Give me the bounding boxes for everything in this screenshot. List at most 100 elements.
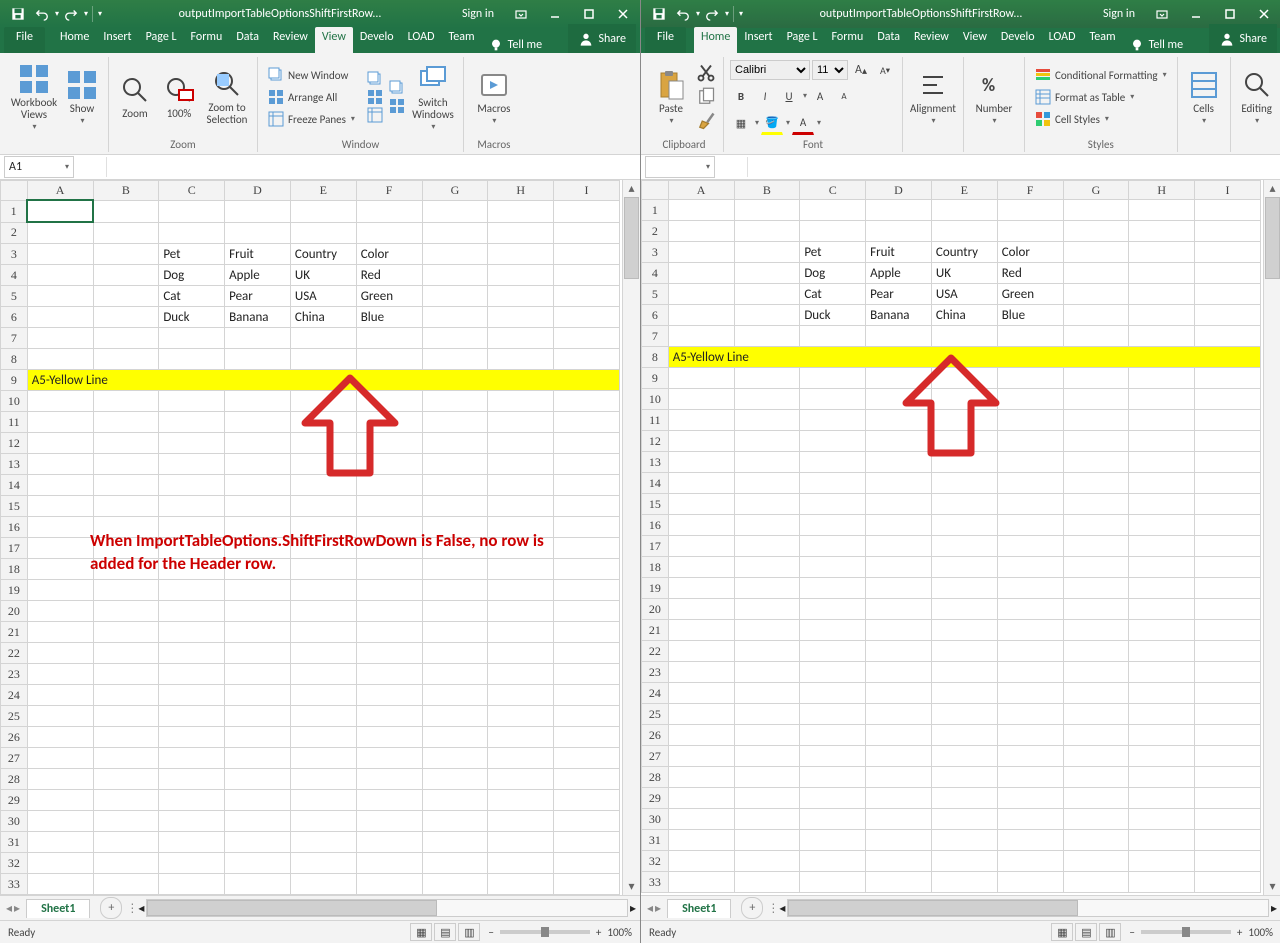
view-normal-button[interactable]: ▦ [1051,923,1073,941]
cell-A30[interactable] [668,809,734,830]
undo-button[interactable] [671,2,695,26]
cell-B20[interactable] [734,599,800,620]
cell-E29[interactable] [290,790,356,811]
tab-pagel[interactable]: Page L [139,27,184,53]
row-header-14[interactable]: 14 [642,473,669,494]
cell-C2[interactable] [800,221,866,242]
scroll-up-button[interactable]: ▴ [1264,180,1280,197]
cell-C26[interactable] [159,727,225,748]
col-header-H[interactable]: H [488,181,554,201]
cell-A20[interactable] [27,601,93,622]
cell-C7[interactable] [800,326,866,347]
cell-G3[interactable] [422,244,488,265]
row-header-19[interactable]: 19 [1,580,28,601]
cell-C33[interactable] [159,874,225,895]
cell-C22[interactable] [800,641,866,662]
cell-G5[interactable] [1063,284,1129,305]
decrease-font-button[interactable]: A▾ [874,59,896,81]
cell-C26[interactable] [800,725,866,746]
view-page-break-button[interactable]: ▥ [458,923,480,941]
cell-B1[interactable] [93,200,159,222]
cell-G31[interactable] [1063,830,1129,851]
cell-styles-button[interactable]: Cell Styles▾ [1031,109,1171,129]
cell-B21[interactable] [93,622,159,643]
increase-font-size-icon[interactable]: A [809,85,831,107]
cell-G4[interactable] [422,265,488,286]
col-header-H[interactable]: H [1129,181,1195,200]
cell-E8[interactable] [290,349,356,370]
cell-D21[interactable] [225,622,291,643]
cell-B27[interactable] [734,746,800,767]
cell-F22[interactable] [356,643,422,664]
row-header-29[interactable]: 29 [642,788,669,809]
cell-I29[interactable] [554,790,620,811]
cell-D6[interactable]: Banana [225,307,291,328]
tab-view[interactable]: View [315,27,353,53]
row-header-2[interactable]: 2 [1,222,28,244]
row-header-6[interactable]: 6 [642,305,669,326]
cell-B29[interactable] [734,788,800,809]
cell-F5[interactable]: Green [356,286,422,307]
cell-I5[interactable] [1195,284,1261,305]
cell-B21[interactable] [734,620,800,641]
cell-C14[interactable] [800,473,866,494]
cell-A16[interactable] [668,515,734,536]
cell-F5[interactable]: Green [997,284,1063,305]
cell-B6[interactable] [734,305,800,326]
cell-D31[interactable] [866,830,932,851]
cell-G9[interactable] [1063,368,1129,389]
cell-E18[interactable] [931,557,997,578]
cell-D30[interactable] [225,811,291,832]
tab-review[interactable]: Review [266,27,315,53]
cell-H22[interactable] [488,643,554,664]
tab-insert[interactable]: Insert [737,27,779,53]
cell-D3[interactable]: Fruit [866,242,932,263]
cell-A12[interactable] [668,431,734,452]
cell-H11[interactable] [488,412,554,433]
cell-A12[interactable] [27,433,93,454]
cell-H27[interactable] [1129,746,1195,767]
cell-G21[interactable] [1063,620,1129,641]
cell-F21[interactable] [356,622,422,643]
cell-I12[interactable] [554,433,620,454]
cell-I19[interactable] [554,580,620,601]
cell-D2[interactable] [225,222,291,244]
cell-G18[interactable] [1063,557,1129,578]
cell-H10[interactable] [488,391,554,412]
cell-C4[interactable]: Dog [800,263,866,284]
cell-H1[interactable] [1129,200,1195,221]
cell-C24[interactable] [159,685,225,706]
redo-button[interactable] [700,2,724,26]
cell-D23[interactable] [225,664,291,685]
cell-G31[interactable] [422,832,488,853]
cell-A29[interactable] [668,788,734,809]
cell-G2[interactable] [1063,221,1129,242]
cell-F27[interactable] [356,748,422,769]
switch-windows-button[interactable]: Switch Windows▾ [409,63,457,132]
cell-F20[interactable] [997,599,1063,620]
cell-B23[interactable] [93,664,159,685]
cell-D23[interactable] [866,662,932,683]
cell-G29[interactable] [1063,788,1129,809]
row-header-22[interactable]: 22 [642,641,669,662]
cell-E5[interactable]: USA [290,286,356,307]
hscroll-left[interactable]: ◂ [138,901,144,916]
row-header-28[interactable]: 28 [642,767,669,788]
row-header-32[interactable]: 32 [642,851,669,872]
name-box[interactable]: ▾ [645,156,715,178]
hscroll-left[interactable]: ◂ [779,901,785,916]
cell-D15[interactable] [225,496,291,517]
cell-C27[interactable] [800,746,866,767]
cell-C14[interactable] [159,475,225,496]
cell-E24[interactable] [290,685,356,706]
cell-A19[interactable] [668,578,734,599]
cell-F23[interactable] [997,662,1063,683]
cell-A4[interactable] [668,263,734,284]
cell-I22[interactable] [1195,641,1261,662]
cell-G19[interactable] [1063,578,1129,599]
cell-H29[interactable] [1129,788,1195,809]
row-header-7[interactable]: 7 [1,328,28,349]
zoom-out-button[interactable]: − [488,926,493,939]
sheet-nav-next[interactable]: ▸ [655,901,661,916]
zoom-to-selection-button[interactable]: Zoom to Selection [203,68,251,126]
